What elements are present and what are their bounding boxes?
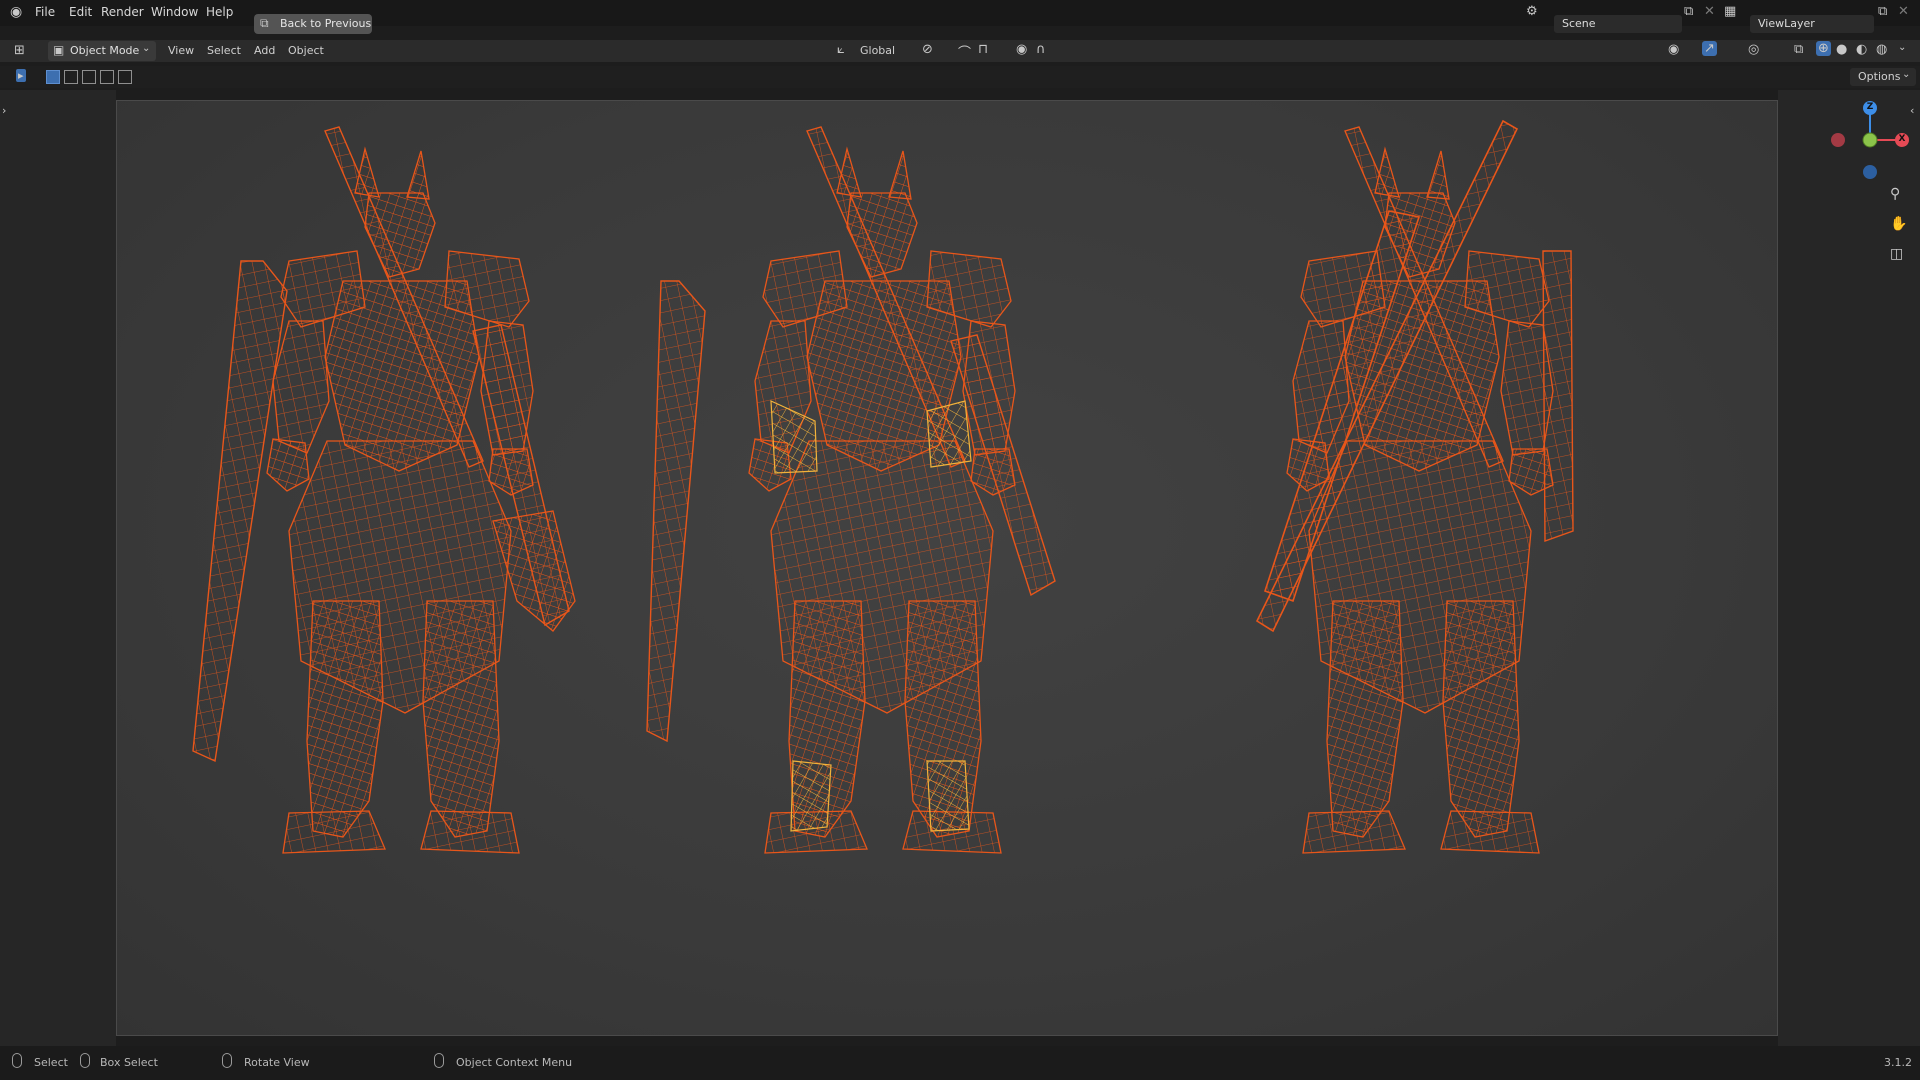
scene-field[interactable]: Scene <box>1554 15 1682 33</box>
shading-rendered-icon[interactable]: ◍ <box>1876 42 1887 57</box>
options-label: Options <box>1858 70 1901 83</box>
proportional-edit-icon[interactable]: ◉ <box>1016 42 1027 57</box>
robot-model-front-left[interactable] <box>192 126 576 854</box>
shading-options-chevron-icon[interactable]: ⌄ <box>1898 42 1906 53</box>
select-intersect-mode-icon[interactable] <box>118 70 132 84</box>
robot-model-front-center[interactable] <box>646 126 1056 854</box>
menu-render[interactable]: Render <box>101 5 144 19</box>
toolbar-expand-icon[interactable]: › <box>2 104 6 117</box>
menu-window[interactable]: Window <box>151 5 198 19</box>
select-invert-mode-icon[interactable] <box>100 70 114 84</box>
viewlayer-browse-icon[interactable]: ▦ <box>1724 4 1736 19</box>
header-menu-add[interactable]: Add <box>254 44 275 57</box>
gizmo-toggle-icon[interactable]: ↗ <box>1702 41 1717 56</box>
shading-wireframe-icon[interactable]: ⊕ <box>1816 41 1831 56</box>
menu-help[interactable]: Help <box>206 5 233 19</box>
viewlayer-close-icon[interactable]: ✕ <box>1898 4 1909 19</box>
tool-select-icon[interactable]: ▸ <box>16 69 26 82</box>
scene-name: Scene <box>1562 17 1596 30</box>
scene-close-icon[interactable]: ✕ <box>1704 4 1715 19</box>
select-extend-mode-icon[interactable] <box>64 70 78 84</box>
object-mode-icon: ▣ <box>53 43 65 57</box>
shading-solid-icon[interactable]: ● <box>1836 42 1847 57</box>
header-menu-view[interactable]: View <box>168 44 194 57</box>
visibility-icon[interactable]: ◉ <box>1668 42 1679 57</box>
pivot-point-icon[interactable]: ⊘ <box>922 42 933 57</box>
app-version: 3.1.2 <box>1884 1056 1912 1069</box>
scene-new-icon[interactable]: ⧉ <box>1684 4 1693 19</box>
falloff-icon[interactable]: ∩ <box>1036 42 1046 57</box>
status-box-select: Box Select <box>100 1056 158 1069</box>
editor-type-icon[interactable]: ⊞ <box>14 43 25 58</box>
fullscreen-back-icon: ⧉ <box>260 16 269 30</box>
menu-file[interactable]: File <box>35 5 55 19</box>
viewlayer-new-icon[interactable]: ⧉ <box>1878 4 1887 19</box>
options-chevron-icon: ⌄ <box>1902 69 1911 80</box>
transform-orientation-dropdown[interactable]: Global <box>860 44 895 57</box>
header-menu-object[interactable]: Object <box>288 44 324 57</box>
viewlayer-name: ViewLayer <box>1758 17 1815 30</box>
axis-z-label: Z <box>1866 102 1874 112</box>
select-new-mode-icon[interactable] <box>46 70 60 84</box>
object-mode-dropdown[interactable]: ▣ Object Mode ⌄ <box>48 41 156 61</box>
menu-edit[interactable]: Edit <box>69 5 92 19</box>
navigation-region <box>1778 90 1920 1046</box>
object-mode-label: Object Mode <box>70 44 140 57</box>
status-context-menu: Object Context Menu <box>456 1056 573 1069</box>
navigation-gizmo[interactable]: Z X <box>1824 96 1916 188</box>
xray-toggle-icon[interactable]: ⧉ <box>1794 42 1803 57</box>
mouse-drag-icon <box>80 1053 90 1068</box>
overlay-toggle-icon[interactable]: ◎ <box>1748 42 1759 57</box>
chevron-down-icon: ⌄ <box>142 43 151 54</box>
tool-header <box>0 66 1920 88</box>
select-subtract-mode-icon[interactable] <box>82 70 96 84</box>
camera-icon[interactable]: ◫ <box>1890 246 1903 262</box>
3d-viewport[interactable] <box>116 100 1778 1036</box>
viewlayer-field[interactable]: ViewLayer <box>1750 15 1874 33</box>
options-dropdown[interactable]: Options ⌄ <box>1850 68 1916 86</box>
status-select: Select <box>34 1056 68 1069</box>
mouse-right-icon <box>434 1053 444 1068</box>
status-rotate-view: Rotate View <box>244 1056 310 1069</box>
scene-browse-icon[interactable]: ⚙ <box>1526 4 1538 19</box>
mouse-left-icon <box>12 1053 22 1068</box>
snap-target-icon[interactable]: ⊓ <box>978 42 988 57</box>
back-to-previous-label: Back to Previous <box>280 17 372 30</box>
shading-material-icon[interactable]: ◐ <box>1856 42 1867 57</box>
robot-model-back[interactable] <box>1255 119 1574 854</box>
transform-orientation-icon[interactable]: ⟀ <box>837 42 845 57</box>
blender-logo-icon[interactable]: ◉ <box>10 4 22 20</box>
zoom-icon[interactable]: ⚲ <box>1890 186 1900 202</box>
toolbar-region <box>0 90 116 1046</box>
pan-hand-icon[interactable]: ✋ <box>1890 216 1907 232</box>
axis-x-label: X <box>1898 134 1906 144</box>
header-menu-select[interactable]: Select <box>207 44 241 57</box>
wireframe-scene <box>192 119 1574 854</box>
snap-icon[interactable]: ⌒ <box>958 42 971 61</box>
mouse-middle-icon <box>222 1053 232 1068</box>
back-to-previous-button[interactable]: ⧉ Back to Previous <box>254 14 372 34</box>
